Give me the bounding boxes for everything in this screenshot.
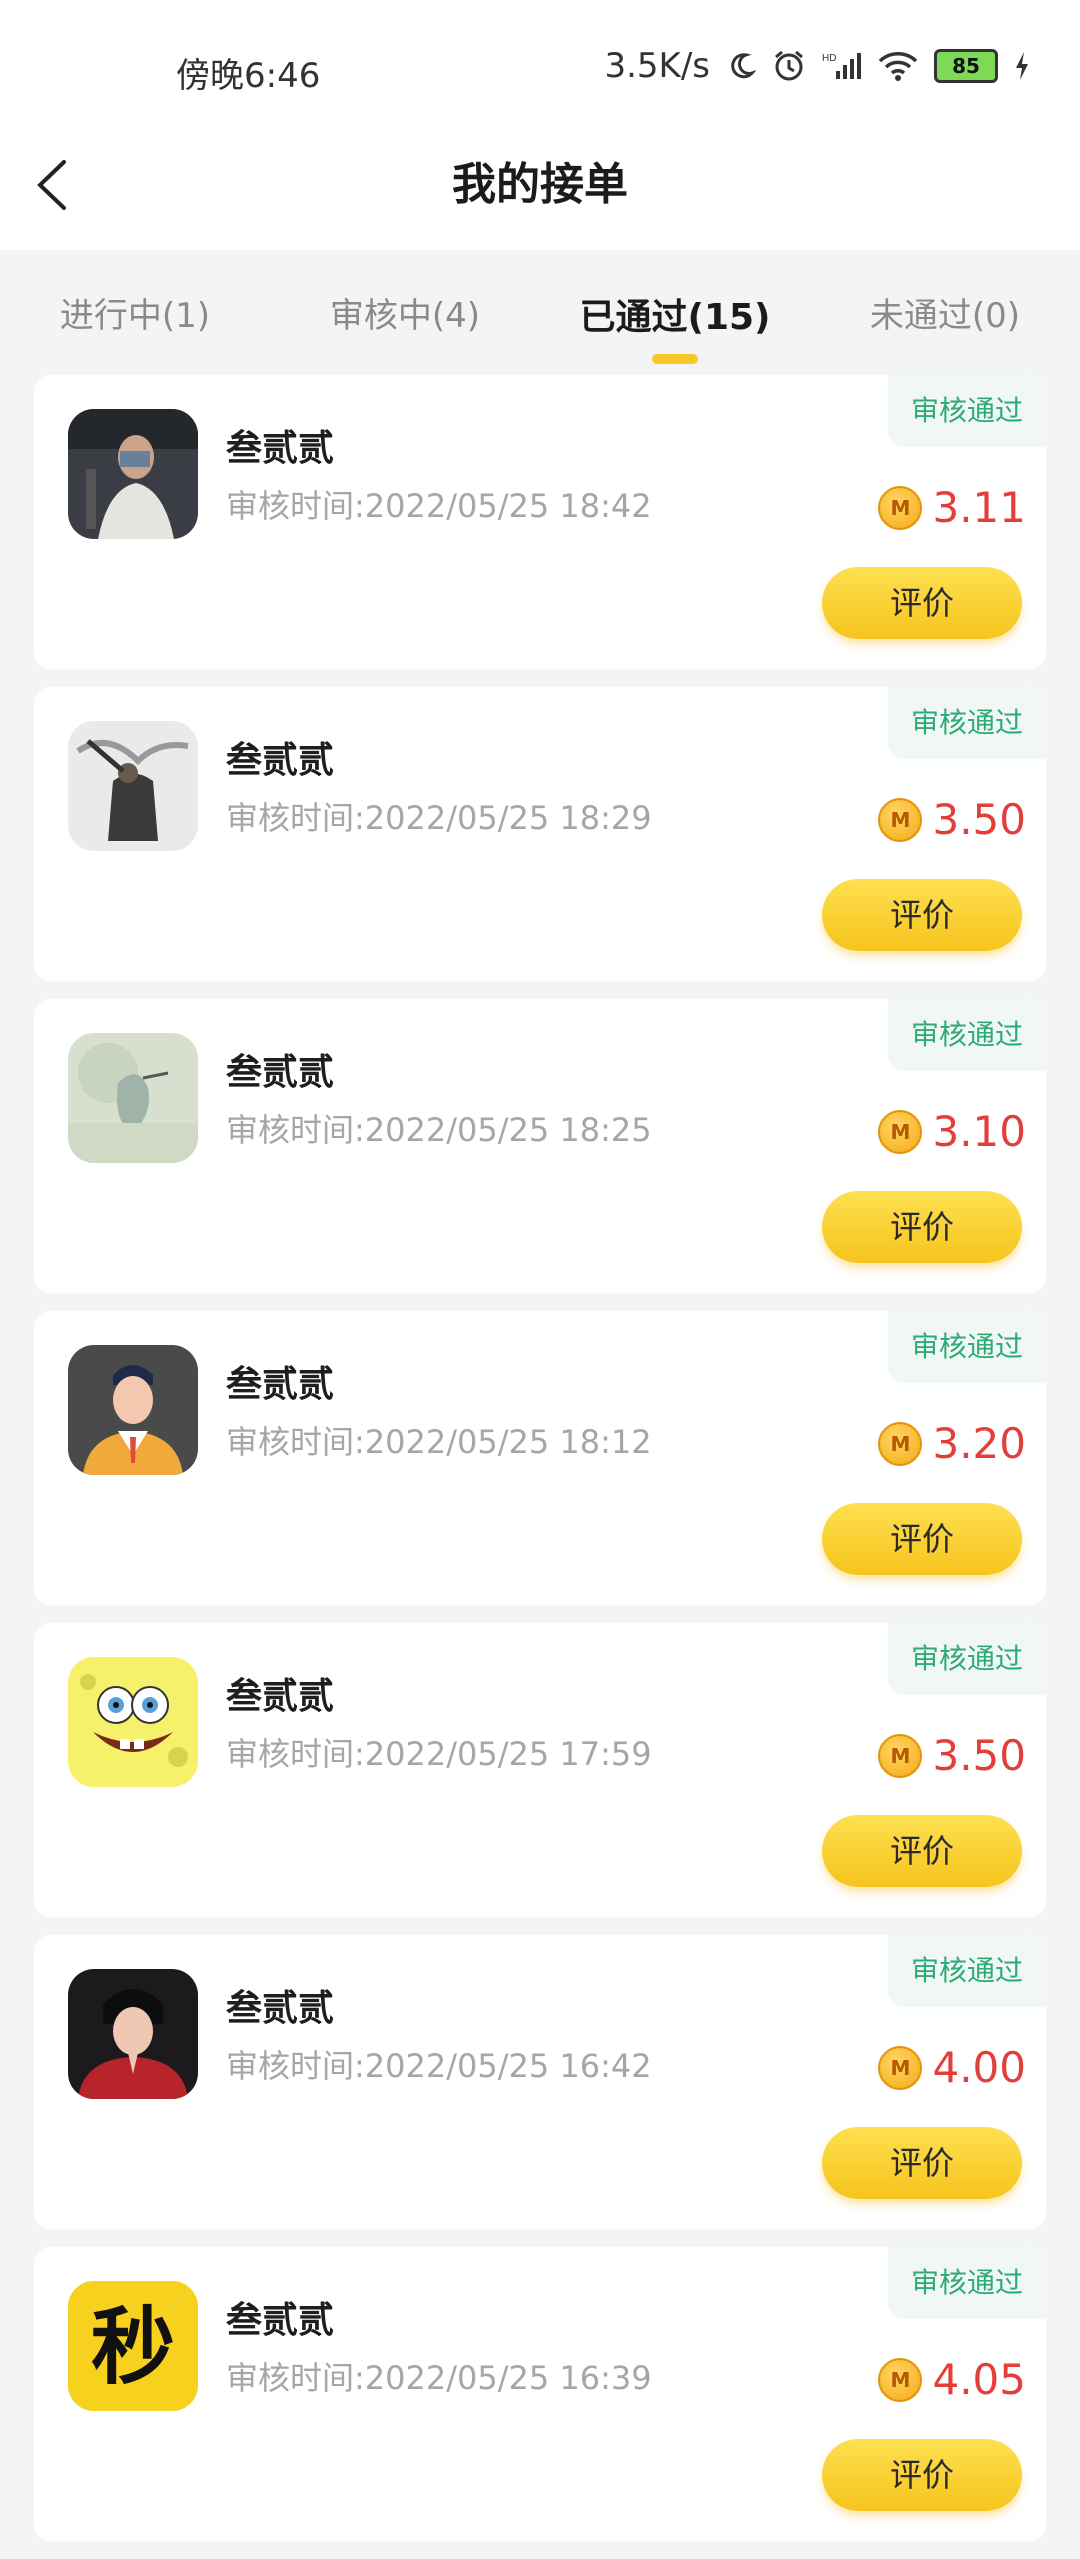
rate-button[interactable]: 评价 <box>822 1503 1022 1575</box>
rate-button[interactable]: 评价 <box>822 2127 1022 2199</box>
user-name: 叁贰贰 <box>226 740 335 781</box>
coin-icon: M <box>878 1109 923 1154</box>
rate-button[interactable]: 评价 <box>822 2439 1022 2511</box>
status-badge: 审核通过 <box>888 999 1046 1071</box>
order-card[interactable]: 叁贰贰 审核时间:2022/05/25 17:59 审核通过 M 3.50 评价 <box>34 1623 1046 1917</box>
status-badge: 审核通过 <box>888 687 1046 759</box>
avatar <box>68 1657 198 1787</box>
order-card[interactable]: 叁贰贰 审核时间:2022/05/25 18:12 审核通过 M 3.20 评价 <box>34 1311 1046 1605</box>
review-time: 审核时间:2022/05/25 17:59 <box>226 1735 652 1773</box>
network-speed: 3.5K/s <box>604 46 710 86</box>
avatar: 秒 <box>68 2281 198 2411</box>
page-title: 我的接单 <box>452 159 628 210</box>
header: 我的接单 <box>0 120 1080 250</box>
avatar <box>68 409 198 539</box>
charging-icon <box>1014 51 1030 81</box>
review-time: 审核时间:2022/05/25 18:12 <box>226 1423 652 1461</box>
avatar-logo-text: 秒 <box>91 2298 175 2396</box>
tab-rejected[interactable]: 未通过(0) <box>810 250 1080 370</box>
user-name: 叁贰贰 <box>226 2300 335 2341</box>
price-value: 3.50 <box>932 795 1026 844</box>
rate-button[interactable]: 评价 <box>822 879 1022 951</box>
review-time: 审核时间:2022/05/25 16:42 <box>226 2047 652 2085</box>
tab-indicator <box>652 354 698 364</box>
order-card[interactable]: 叁贰贰 审核时间:2022/05/25 18:25 审核通过 M 3.10 评价 <box>34 999 1046 1293</box>
order-card[interactable]: 秒 叁贰贰 审核时间:2022/05/25 16:39 审核通过 M 4.05 … <box>34 2247 1046 2541</box>
svg-text:HD: HD <box>822 53 836 64</box>
battery-icon: 85 <box>934 49 998 83</box>
review-time: 审核时间:2022/05/25 18:29 <box>226 799 652 837</box>
status-badge: 审核通过 <box>888 375 1046 447</box>
price: M 3.50 <box>878 795 1026 844</box>
user-name: 叁贰贰 <box>226 1988 335 2029</box>
price-value: 3.11 <box>932 483 1026 532</box>
price-value: 3.50 <box>932 1731 1026 1780</box>
coin-icon: M <box>878 797 923 842</box>
status-badge: 审核通过 <box>888 1311 1046 1383</box>
price-value: 4.00 <box>932 2043 1026 2092</box>
order-card[interactable]: 叁贰贰 审核时间:2022/05/25 16:42 审核通过 M 4.00 评价 <box>34 1935 1046 2229</box>
tab-under-review[interactable]: 审核中(4) <box>270 250 540 370</box>
moon-icon <box>726 51 756 81</box>
review-time: 审核时间:2022/05/25 18:42 <box>226 487 652 525</box>
coin-icon: M <box>878 1733 923 1778</box>
rate-button[interactable]: 评价 <box>822 1191 1022 1263</box>
user-name: 叁贰贰 <box>226 428 335 469</box>
avatar <box>68 1033 198 1163</box>
order-list: 叁贰贰 审核时间:2022/05/25 18:42 审核通过 M 3.11 评价… <box>34 375 1046 2559</box>
order-card[interactable]: 叁贰贰 审核时间:2022/05/25 18:29 审核通过 M 3.50 评价 <box>34 687 1046 981</box>
user-name: 叁贰贰 <box>226 1676 335 1717</box>
tab-bar: 进行中(1) 审核中(4) 已通过(15) 未通过(0) <box>0 250 1080 370</box>
coin-icon: M <box>878 2357 923 2402</box>
user-name: 叁贰贰 <box>226 1364 335 1405</box>
coin-icon: M <box>878 485 923 530</box>
status-badge: 审核通过 <box>888 1935 1046 2007</box>
price: M 3.11 <box>878 483 1026 532</box>
review-time: 审核时间:2022/05/25 16:39 <box>226 2359 652 2397</box>
coin-icon: M <box>878 2045 923 2090</box>
user-name: 叁贰贰 <box>226 1052 335 1093</box>
rate-button[interactable]: 评价 <box>822 567 1022 639</box>
avatar <box>68 721 198 851</box>
price: M 3.50 <box>878 1731 1026 1780</box>
order-card[interactable]: 叁贰贰 审核时间:2022/05/25 18:42 审核通过 M 3.11 评价 <box>34 375 1046 669</box>
rate-button[interactable]: 评价 <box>822 1815 1022 1887</box>
price: M 3.20 <box>878 1419 1026 1468</box>
alarm-icon <box>772 49 806 83</box>
price-value: 4.05 <box>932 2355 1026 2404</box>
status-time: 傍晚6:46 <box>176 56 321 96</box>
avatar <box>68 1345 198 1475</box>
price-value: 3.10 <box>932 1107 1026 1156</box>
review-time: 审核时间:2022/05/25 18:25 <box>226 1111 652 1149</box>
status-badge: 审核通过 <box>888 1623 1046 1695</box>
coin-icon: M <box>878 1421 923 1466</box>
avatar <box>68 1969 198 2099</box>
price: M 3.10 <box>878 1107 1026 1156</box>
tab-approved[interactable]: 已通过(15) <box>540 250 810 370</box>
price: M 4.00 <box>878 2043 1026 2092</box>
signal-icon: HD <box>822 51 862 81</box>
price-value: 3.20 <box>932 1419 1026 1468</box>
tab-in-progress[interactable]: 进行中(1) <box>0 250 270 370</box>
status-badge: 审核通过 <box>888 2247 1046 2319</box>
wifi-icon <box>878 51 918 81</box>
price: M 4.05 <box>878 2355 1026 2404</box>
status-icons: 3.5K/s HD 85 <box>604 46 1030 86</box>
